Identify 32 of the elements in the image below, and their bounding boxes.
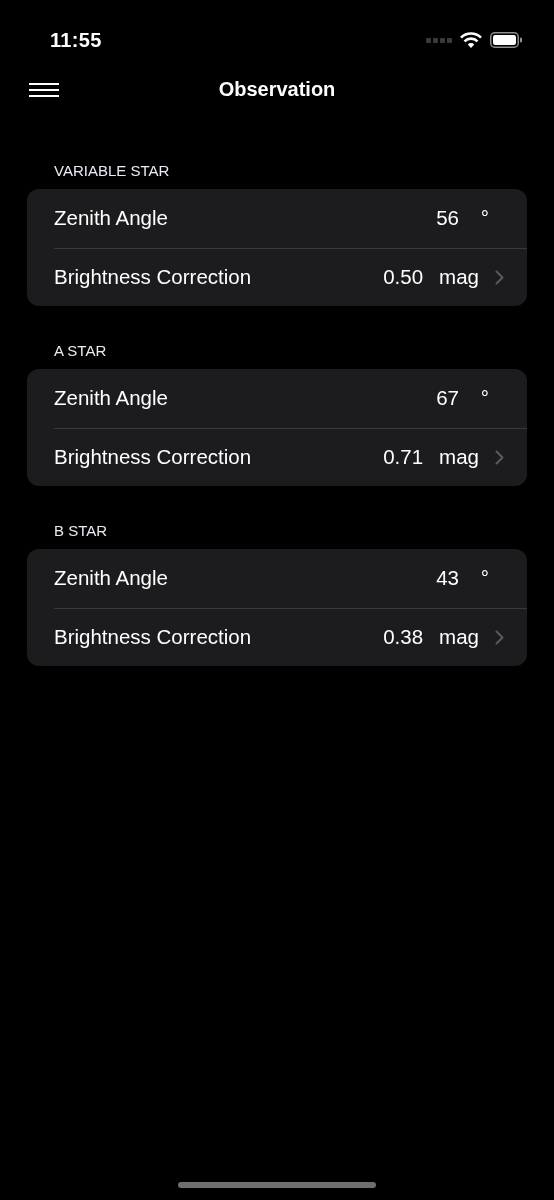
nav-title: Observation: [218, 77, 336, 102]
signal-icon: [426, 37, 452, 43]
chevron-icon: [495, 269, 504, 285]
unit-label: °: [479, 564, 489, 591]
section-header: A STAR: [53, 342, 108, 360]
list-row[interactable]: Brightness Correction 0.71 mag: [54, 427, 527, 486]
row-label: Brightness Correction: [54, 263, 252, 290]
row-value: 67: [436, 384, 459, 411]
battery-icon: [490, 32, 522, 48]
section-header: VARIABLE STAR: [53, 162, 171, 180]
unit-label: mag: [439, 263, 479, 290]
row-value: 0.71: [383, 443, 424, 470]
row-label: Zenith Angle: [54, 384, 168, 411]
row-label: Zenith Angle: [54, 564, 168, 591]
list-row[interactable]: Brightness Correction 0.50 mag: [54, 247, 527, 306]
list-row[interactable]: Brightness Correction 0.38 mag: [54, 607, 527, 666]
chevron-icon: [495, 629, 504, 645]
row-label: Brightness Correction: [54, 623, 252, 650]
row-value: 0.38: [383, 623, 424, 650]
section-header: B STAR: [53, 522, 109, 540]
row-value: 56: [436, 204, 459, 231]
row-value: 0.50: [383, 263, 424, 290]
row-label: Brightness Correction: [54, 443, 252, 470]
unit-label: mag: [439, 443, 479, 470]
unit-label: °: [479, 204, 489, 231]
row-value: 43: [436, 564, 459, 591]
row-label: Zenith Angle: [54, 204, 168, 231]
unit-label: mag: [439, 623, 479, 650]
wifi-icon: [460, 32, 482, 48]
unit-label: °: [479, 384, 489, 411]
status-time: 11:55: [50, 28, 102, 53]
chevron-icon: [495, 449, 504, 465]
